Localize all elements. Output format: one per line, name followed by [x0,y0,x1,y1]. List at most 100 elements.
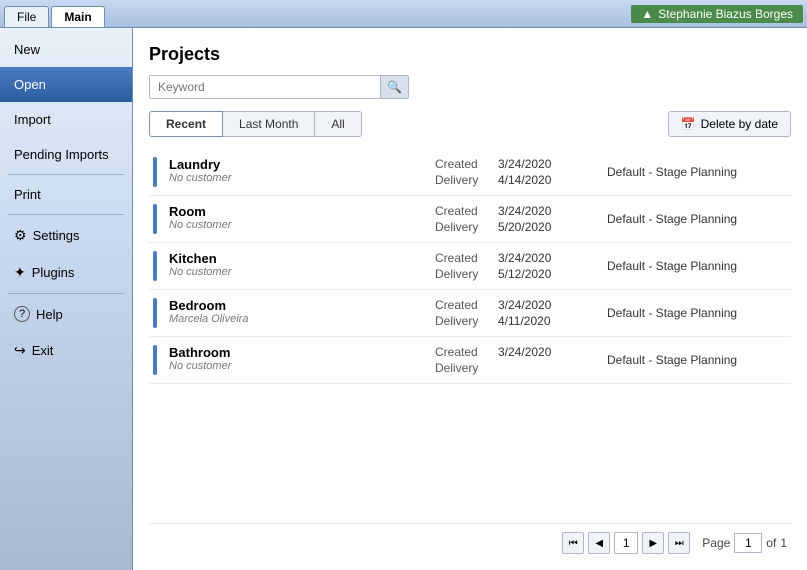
settings-icon: ⚙ [14,227,27,244]
tab-all[interactable]: All [315,111,361,137]
created-label: Created [435,345,490,359]
created-date: 3/24/2020 [498,251,551,265]
tabs-row: Recent Last Month All 📅 Delete by date [149,111,791,137]
calendar-icon: 📅 [681,117,696,131]
created-label: Created [435,157,490,171]
tab-last-month[interactable]: Last Month [223,111,315,137]
table-row[interactable]: Bedroom Marcela Oliveira Created 3/24/20… [149,290,791,337]
project-name: Room [169,204,423,219]
table-row[interactable]: Laundry No customer Created 3/24/2020 De… [149,149,791,196]
page-next-button[interactable]: ▶ [642,532,664,554]
delivery-date: 4/14/2020 [498,173,551,187]
project-info: Bedroom Marcela Oliveira [169,298,423,328]
delivery-label: Delivery [435,314,490,328]
search-button[interactable]: 🔍 [380,76,408,98]
project-stage: Default - Stage Planning [607,157,787,187]
sidebar-label-new: New [14,42,40,57]
created-label: Created [435,251,490,265]
exit-icon: ↪ [14,342,26,359]
page-of-label: of [766,536,776,550]
project-stage: Default - Stage Planning [607,298,787,328]
page-title: Projects [149,44,791,65]
plugins-icon: ✦ [14,264,26,281]
project-dates: Created 3/24/2020 Delivery 4/11/2020 [435,298,595,328]
help-icon: ? [14,306,30,322]
project-customer: No customer [169,360,423,372]
created-label: Created [435,298,490,312]
project-indicator [153,251,157,281]
project-info: Laundry No customer [169,157,423,187]
delivery-date: 4/11/2020 [498,314,551,328]
sidebar-label-open: Open [14,77,46,92]
sidebar-item-new[interactable]: New [0,32,132,67]
sidebar-divider-2 [8,214,124,215]
project-info: Kitchen No customer [169,251,423,281]
sidebar-item-settings[interactable]: ⚙ Settings [0,217,132,254]
tab-recent[interactable]: Recent [149,111,223,137]
page-input[interactable] [734,533,762,553]
delivery-label: Delivery [435,361,490,375]
sidebar-item-open[interactable]: Open [0,67,132,102]
project-name: Bathroom [169,345,423,360]
tab-file[interactable]: File [4,6,49,27]
project-dates: Created 3/24/2020 Delivery4/14/2020 [435,157,595,187]
sidebar-item-exit[interactable]: ↪ Exit [0,332,132,369]
user-name: Stephanie Biazus Borges [658,7,793,21]
sidebar-label-pending: Pending Imports [14,147,109,162]
sidebar-item-help[interactable]: ? Help [0,296,132,332]
sidebar-item-plugins[interactable]: ✦ Plugins [0,254,132,291]
sidebar-label-settings: Settings [33,228,80,243]
delivery-date: 5/20/2020 [498,220,551,234]
page-last-button[interactable]: ⏭ [668,532,690,554]
project-customer: No customer [169,172,423,184]
delivery-label: Delivery [435,220,490,234]
sidebar-item-print[interactable]: Print [0,177,132,212]
delivery-date: 5/12/2020 [498,267,551,281]
sidebar-label-exit: Exit [32,343,54,358]
created-date: 3/24/2020 [498,157,551,171]
pagination: ⏮ ◀ 1 ▶ ⏭ Page of 1 [149,523,791,554]
page-total: 1 [780,536,787,550]
sidebar-divider-3 [8,293,124,294]
delete-by-date-button[interactable]: 📅 Delete by date [668,111,791,137]
project-customer: No customer [169,219,423,231]
sidebar-label-help: Help [36,307,63,322]
page-current: 1 [614,532,638,554]
sidebar-item-pending[interactable]: Pending Imports [0,137,132,172]
content-area: Projects 🔍 Recent Last Month All 📅 Delet… [133,28,807,570]
project-dates: Created 3/24/2020 Delivery [435,345,595,375]
project-indicator [153,345,157,375]
sidebar: New Open Import Pending Imports Print ⚙ … [0,28,133,570]
created-label: Created [435,204,490,218]
project-indicator [153,204,157,234]
project-dates: Created 3/24/2020 Delivery 5/20/2020 [435,204,595,234]
created-date: 3/24/2020 [498,298,551,312]
sidebar-label-plugins: Plugins [32,265,75,280]
project-indicator [153,157,157,187]
page-prev-button[interactable]: ◀ [588,532,610,554]
user-badge: ▲ Stephanie Biazus Borges [631,5,803,23]
page-first-button[interactable]: ⏮ [562,532,584,554]
table-row[interactable]: Room No customer Created 3/24/2020 Deliv… [149,196,791,243]
project-stage: Default - Stage Planning [607,204,787,234]
project-name: Kitchen [169,251,423,266]
project-name: Bedroom [169,298,423,313]
project-customer: Marcela Oliveira [169,313,423,325]
project-dates: Created 3/24/2020 Delivery5/12/2020 [435,251,595,281]
table-row[interactable]: Kitchen No customer Created 3/24/2020 De… [149,243,791,290]
created-date: 3/24/2020 [498,204,551,218]
project-name: Laundry [169,157,423,172]
tab-main[interactable]: Main [51,6,104,27]
delete-btn-label: Delete by date [701,117,778,131]
sidebar-divider-1 [8,174,124,175]
sidebar-label-import: Import [14,112,51,127]
table-row[interactable]: Bathroom No customer Created 3/24/2020 D… [149,337,791,384]
project-stage: Default - Stage Planning [607,251,787,281]
project-info: Room No customer [169,204,423,234]
project-indicator [153,298,157,328]
sidebar-label-print: Print [14,187,41,202]
sidebar-item-import[interactable]: Import [0,102,132,137]
created-date: 3/24/2020 [498,345,551,359]
project-list: Laundry No customer Created 3/24/2020 De… [149,149,791,523]
search-input[interactable] [150,76,380,98]
